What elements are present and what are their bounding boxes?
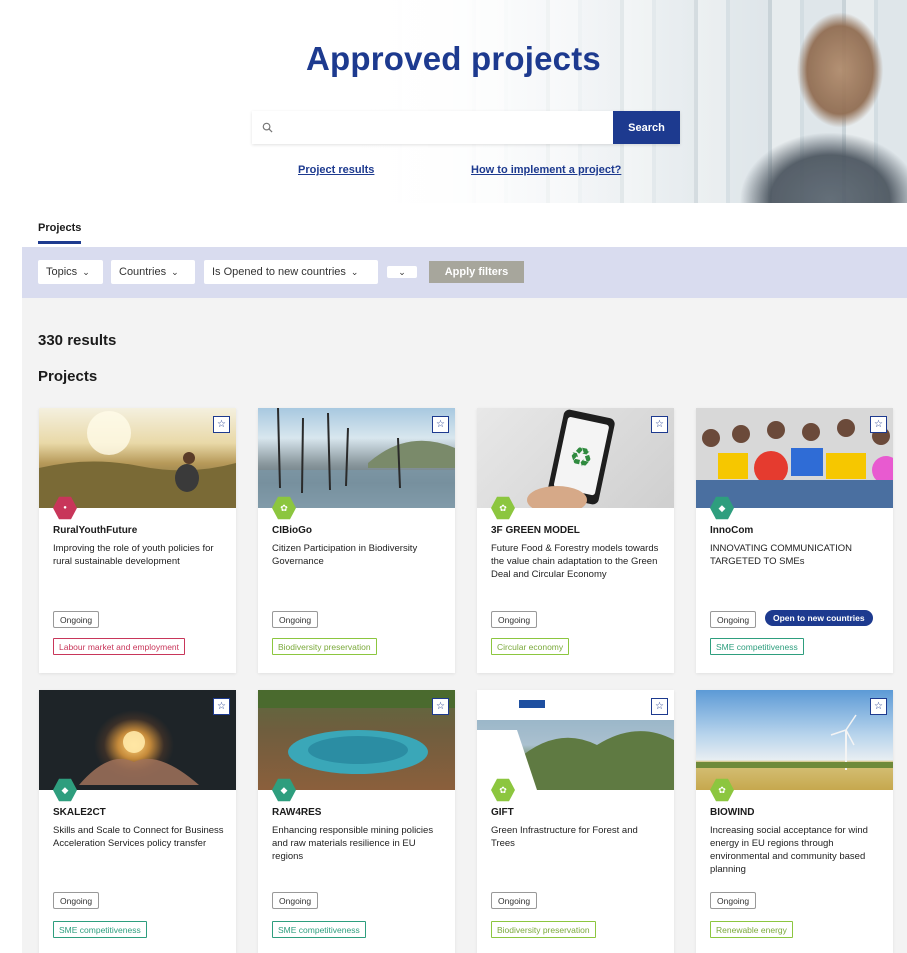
project-card[interactable]: ☆ ◆ InnoCom INNOVATING COMMUNICATION TAR… (696, 408, 893, 673)
card-image (258, 408, 455, 508)
topic-tag[interactable]: Biodiversity preservation (491, 921, 596, 938)
card-title[interactable]: 3F GREEN MODEL (491, 525, 580, 536)
results-count: 330 results (38, 332, 117, 349)
status-badge: Ongoing (491, 892, 538, 909)
project-card[interactable]: ☆ ◆ RAW4RES Enhancing responsible mining… (258, 690, 455, 953)
topic-tag[interactable]: Labour market and employment (53, 638, 186, 655)
card-description: Future Food & Forestry models towards th… (491, 543, 659, 580)
project-card[interactable]: ☆ ✿ CIBioGo Citizen Participation in Bio… (258, 408, 455, 673)
opened-filter-dropdown[interactable]: Is Opened to new countries ⌄ (204, 260, 378, 284)
how-to-implement-link[interactable]: How to implement a project? (471, 164, 621, 176)
section-title: Projects (38, 368, 98, 385)
topic-tag[interactable]: Biodiversity preservation (272, 638, 377, 655)
open-to-new-countries-badge: Open to new countries (765, 610, 873, 626)
card-title[interactable]: RAW4RES (272, 807, 321, 818)
topic-tag[interactable]: Circular economy (491, 638, 570, 655)
countries-filter-dropdown[interactable]: Countries ⌄ (111, 260, 195, 284)
card-title[interactable]: InnoCom (710, 525, 753, 536)
card-description: Improving the role of youth policies for… (53, 543, 214, 567)
card-description: INNOVATING COMMUNICATION TARGETED TO SME… (710, 543, 852, 567)
card-title[interactable]: GIFT (491, 807, 514, 818)
chevron-down-icon: ⌄ (398, 266, 406, 277)
search-button[interactable]: Search (613, 111, 680, 144)
favorite-star-icon[interactable]: ☆ (432, 416, 449, 433)
search-bar: Search (252, 111, 680, 144)
project-card[interactable]: ☆ ◆ SKALE2CT Skills and Scale to Connect… (39, 690, 236, 953)
topic-tag[interactable]: Renewable energy (710, 921, 793, 938)
status-badge: Ongoing (272, 611, 319, 628)
card-description: Green Infrastructure for Forest and Tree… (491, 825, 638, 849)
chevron-down-icon: ⌄ (82, 266, 90, 277)
project-card[interactable]: ☆ ✿ GIFT Green Infrastructure for Forest… (477, 690, 674, 953)
tab-bar: Projects (0, 203, 907, 247)
filter-bar: Topics ⌄ Countries ⌄ Is Opened to new coun… (22, 247, 907, 298)
page-title: Approved projects (306, 40, 601, 77)
search-input[interactable] (282, 119, 613, 136)
project-results-link[interactable]: Project results (298, 164, 374, 176)
status-badge: Ongoing (53, 892, 100, 909)
card-image (477, 690, 674, 790)
favorite-star-icon[interactable]: ☆ (213, 416, 230, 433)
card-title[interactable]: SKALE2CT (53, 807, 106, 818)
status-badge: Ongoing (710, 611, 757, 628)
tab-projects[interactable]: Projects (38, 222, 82, 244)
card-description: Increasing social acceptance for wind en… (710, 825, 868, 875)
card-description: Enhancing responsible mining policies an… (272, 825, 434, 862)
favorite-star-icon[interactable]: ☆ (651, 698, 668, 715)
status-badge: Ongoing (491, 611, 538, 628)
card-image (696, 408, 893, 508)
favorite-star-icon[interactable]: ☆ (432, 698, 449, 715)
card-title[interactable]: CIBioGo (272, 525, 312, 536)
favorite-star-icon[interactable]: ☆ (651, 416, 668, 433)
status-badge: Ongoing (710, 892, 757, 909)
chevron-down-icon: ⌄ (171, 266, 179, 277)
extra-filter-dropdown[interactable]: ⌄ (387, 266, 417, 278)
card-image (696, 690, 893, 790)
chevron-down-icon: ⌄ (350, 266, 359, 277)
favorite-star-icon[interactable]: ☆ (213, 698, 230, 715)
topics-filter-dropdown[interactable]: Topics ⌄ (38, 260, 103, 284)
card-description: Citizen Participation in Biodiversity Go… (272, 543, 418, 567)
hero-banner: Approved projects Search Project results… (0, 0, 907, 203)
card-description: Skills and Scale to Connect for Business… (53, 825, 224, 849)
card-image (39, 408, 236, 508)
status-badge: Ongoing (272, 892, 319, 909)
status-badge: Ongoing (53, 611, 100, 628)
card-image (39, 690, 236, 790)
card-title[interactable]: BIOWIND (710, 807, 754, 818)
favorite-star-icon[interactable]: ☆ (870, 698, 887, 715)
project-card[interactable]: ♻ ☆ ✿ 3F GREEN MODEL Future Food & Fores… (477, 408, 674, 673)
card-title[interactable]: RuralYouthFuture (53, 525, 137, 536)
topic-tag[interactable]: SME competitiveness (53, 921, 147, 938)
topic-tag[interactable]: SME competitiveness (710, 638, 804, 655)
favorite-star-icon[interactable]: ☆ (870, 416, 887, 433)
card-image (258, 690, 455, 790)
card-image: ♻ (477, 408, 674, 508)
topic-tag[interactable]: SME competitiveness (272, 921, 366, 938)
project-card[interactable]: ☆ ● RuralYouthFuture Improving the role … (39, 408, 236, 673)
project-card[interactable]: ☆ ✿ BIOWIND Increasing social acceptance… (696, 690, 893, 953)
search-icon (262, 121, 276, 135)
apply-filters-button[interactable]: Apply filters (429, 261, 524, 283)
